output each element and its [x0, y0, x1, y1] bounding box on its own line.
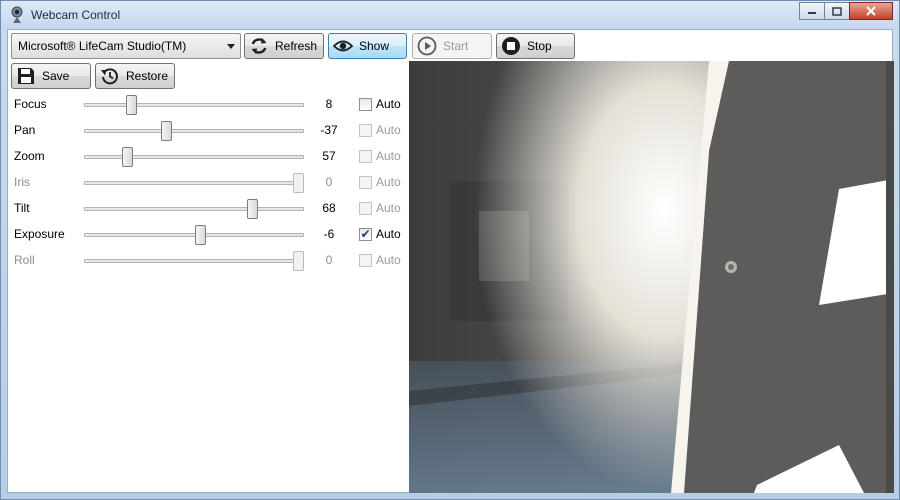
auto-checkbox-label[interactable]: Auto	[376, 123, 401, 137]
control-label: Pan	[14, 123, 36, 137]
eye-icon	[333, 40, 353, 52]
slider-thumb[interactable]	[247, 199, 259, 219]
auto-checkbox[interactable]	[359, 150, 372, 163]
control-row-focus: Focus 8 Auto	[14, 94, 404, 116]
control-value: 68	[322, 201, 336, 215]
slider-track[interactable]	[84, 225, 304, 245]
slider-thumb[interactable]	[121, 147, 133, 167]
control-value: 57	[322, 149, 336, 163]
control-label: Focus	[14, 97, 47, 111]
minimize-button[interactable]	[799, 2, 825, 20]
auto-checkbox[interactable]	[359, 176, 372, 189]
stop-label: Stop	[527, 39, 552, 53]
slider-track[interactable]	[84, 251, 304, 271]
slider-track[interactable]	[84, 199, 304, 219]
floppy-disk-icon	[18, 68, 34, 84]
title-bar[interactable]: Webcam Control	[1, 1, 899, 29]
control-row-tilt: Tilt 68 Auto	[14, 198, 404, 220]
save-button[interactable]: Save	[11, 63, 91, 89]
control-label: Roll	[14, 253, 35, 267]
stop-icon	[502, 37, 520, 55]
slider-thumb[interactable]	[125, 95, 137, 115]
control-value: 0	[325, 253, 333, 267]
close-icon	[866, 6, 876, 16]
maximize-icon	[832, 6, 842, 16]
control-label: Iris	[14, 175, 30, 189]
show-button[interactable]: Show	[328, 33, 407, 59]
webcam-icon	[11, 6, 23, 23]
auto-checkbox[interactable]	[359, 124, 372, 137]
slider-track[interactable]	[84, 95, 304, 115]
client-area: Microsoft® LifeCam Studio(TM) Refresh Sh…	[7, 29, 894, 493]
window-title: Webcam Control	[31, 8, 121, 22]
refresh-label: Refresh	[275, 39, 318, 53]
restore-button[interactable]: Restore	[95, 63, 175, 89]
control-value: 0	[325, 175, 333, 189]
minimize-icon	[808, 12, 816, 14]
restore-label: Restore	[126, 69, 169, 83]
control-label: Zoom	[14, 149, 45, 163]
slider-thumb[interactable]	[293, 251, 304, 271]
slider-thumb[interactable]	[194, 225, 206, 245]
restore-icon	[101, 68, 118, 85]
camera-select[interactable]: Microsoft® LifeCam Studio(TM)	[11, 33, 241, 59]
slider-track[interactable]	[84, 147, 304, 167]
control-row-roll: Roll 0 Auto	[14, 250, 404, 272]
control-value: -37	[320, 123, 338, 137]
auto-checkbox-label[interactable]: Auto	[376, 227, 401, 241]
refresh-icon	[251, 38, 267, 54]
auto-checkbox-label[interactable]: Auto	[376, 253, 401, 267]
control-row-iris: Iris 0 Auto	[14, 172, 404, 194]
refresh-button[interactable]: Refresh	[244, 33, 324, 59]
auto-checkbox-label[interactable]: Auto	[376, 97, 401, 111]
close-button[interactable]	[849, 2, 893, 20]
slider-thumb[interactable]	[161, 121, 173, 141]
control-row-pan: Pan -37 Auto	[14, 120, 404, 142]
auto-checkbox-label[interactable]: Auto	[376, 201, 401, 215]
app-window: Webcam Control Microsoft® LifeCam Studio…	[0, 0, 900, 500]
stop-button[interactable]: Stop	[496, 33, 575, 59]
camera-preview	[409, 61, 894, 493]
camera-preview-image	[409, 61, 894, 493]
control-label: Tilt	[14, 201, 30, 215]
maximize-button[interactable]	[824, 2, 850, 20]
auto-checkbox-label[interactable]: Auto	[376, 149, 401, 163]
control-value: -6	[323, 227, 335, 241]
control-label: Exposure	[14, 227, 65, 241]
chevron-down-icon	[227, 44, 235, 49]
slider-track[interactable]	[84, 173, 304, 193]
slider-track[interactable]	[84, 121, 304, 141]
control-row-exposure: Exposure -6 ✔ Auto	[14, 224, 404, 246]
start-label: Start	[443, 39, 469, 53]
auto-checkbox[interactable]: ✔	[359, 228, 372, 241]
start-button[interactable]: Start	[412, 33, 492, 59]
show-label: Show	[359, 39, 390, 53]
save-label: Save	[42, 69, 70, 83]
auto-checkbox[interactable]	[359, 98, 372, 111]
slider-thumb[interactable]	[293, 173, 304, 193]
auto-checkbox[interactable]	[359, 254, 372, 267]
auto-checkbox-label[interactable]: Auto	[376, 175, 401, 189]
control-value: 8	[325, 97, 333, 111]
play-icon	[417, 36, 437, 56]
control-row-zoom: Zoom 57 Auto	[14, 146, 404, 168]
camera-select-value: Microsoft® LifeCam Studio(TM)	[18, 39, 187, 53]
auto-checkbox[interactable]	[359, 202, 372, 215]
